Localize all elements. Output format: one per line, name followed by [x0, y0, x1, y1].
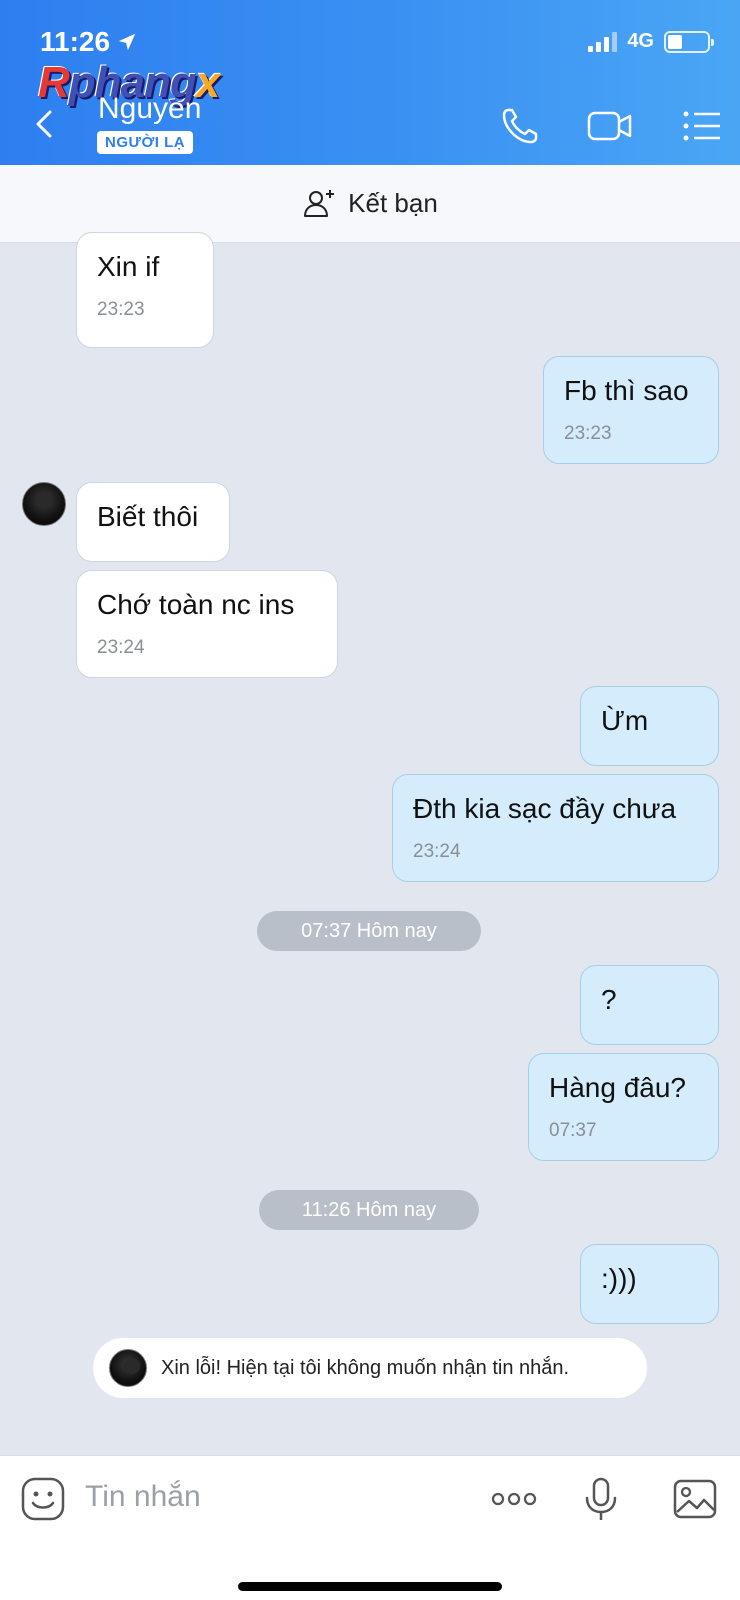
add-friend-label: Kết bạn — [348, 188, 438, 218]
message-text: Đth kia sạc đầy chưa — [413, 793, 677, 824]
chat-header: 11:26 4G Rphangx Nguyen NGƯỜI LẠ — [0, 0, 740, 165]
message-incoming[interactable]: Xin if 23:23 — [76, 232, 214, 348]
status-indicators: 4G — [588, 30, 714, 53]
video-call-icon[interactable] — [586, 104, 634, 148]
status-time-text: 11:26 — [40, 26, 111, 57]
menu-list-icon[interactable] — [680, 104, 724, 148]
message-outgoing[interactable]: Hàng đâu? 07:37 — [528, 1053, 719, 1161]
message-time: 23:23 — [97, 299, 145, 320]
contact-name[interactable]: Nguyen — [98, 92, 201, 126]
auto-reply-text: Xin lỗi! Hiện tại tôi không muốn nhận ti… — [161, 1356, 570, 1379]
location-arrow-icon — [118, 33, 136, 51]
phone-call-icon[interactable] — [498, 104, 542, 148]
contact-avatar — [109, 1349, 147, 1387]
add-user-icon — [304, 189, 335, 217]
time-divider: 11:26 Hôm nay — [259, 1190, 479, 1230]
battery-icon — [664, 30, 714, 53]
microphone-icon[interactable] — [578, 1476, 624, 1522]
network-type: 4G — [627, 30, 654, 52]
message-outgoing[interactable]: Đth kia sạc đầy chưa 23:24 — [392, 774, 719, 882]
message-text: Xin if — [97, 251, 160, 282]
message-text: Biết thôi — [97, 501, 199, 532]
stranger-badge: NGƯỜI LẠ — [97, 131, 194, 154]
message-outgoing[interactable]: Fb thì sao 23:23 — [543, 356, 719, 464]
message-time: 23:23 — [564, 423, 612, 444]
message-text: ? — [601, 984, 617, 1015]
home-indicator — [238, 1582, 502, 1591]
status-time: 11:26 — [40, 26, 138, 58]
message-text: :))) — [601, 1263, 637, 1294]
message-input[interactable]: Tin nhắn — [85, 1480, 201, 1514]
auto-reply-notice: Xin lỗi! Hiện tại tôi không muốn nhận ti… — [93, 1338, 647, 1398]
message-text: Chớ toàn nc ins — [97, 589, 295, 620]
message-outgoing[interactable]: Ừm — [580, 686, 719, 766]
image-gallery-icon[interactable] — [672, 1476, 718, 1522]
message-outgoing[interactable]: :))) — [580, 1244, 719, 1324]
message-text: Ừm — [601, 705, 649, 736]
message-incoming[interactable]: Chớ toàn nc ins 23:24 — [76, 570, 338, 678]
message-time: 07:37 — [549, 1120, 597, 1141]
message-incoming[interactable]: Biết thôi — [76, 482, 230, 562]
message-text: Hàng đâu? — [549, 1072, 687, 1103]
contact-avatar[interactable] — [22, 482, 66, 526]
message-text: Fb thì sao — [564, 375, 689, 406]
back-arrow-icon[interactable] — [26, 104, 66, 144]
more-options-icon[interactable] — [490, 1476, 538, 1522]
time-divider: 07:37 Hôm nay — [257, 911, 481, 951]
message-time: 23:24 — [97, 637, 145, 658]
message-composer: Tin nhắn — [0, 1455, 740, 1600]
signal-icon — [588, 31, 618, 52]
sticker-icon[interactable] — [20, 1476, 66, 1522]
message-time: 23:24 — [413, 841, 461, 862]
message-outgoing[interactable]: ? — [580, 965, 719, 1045]
